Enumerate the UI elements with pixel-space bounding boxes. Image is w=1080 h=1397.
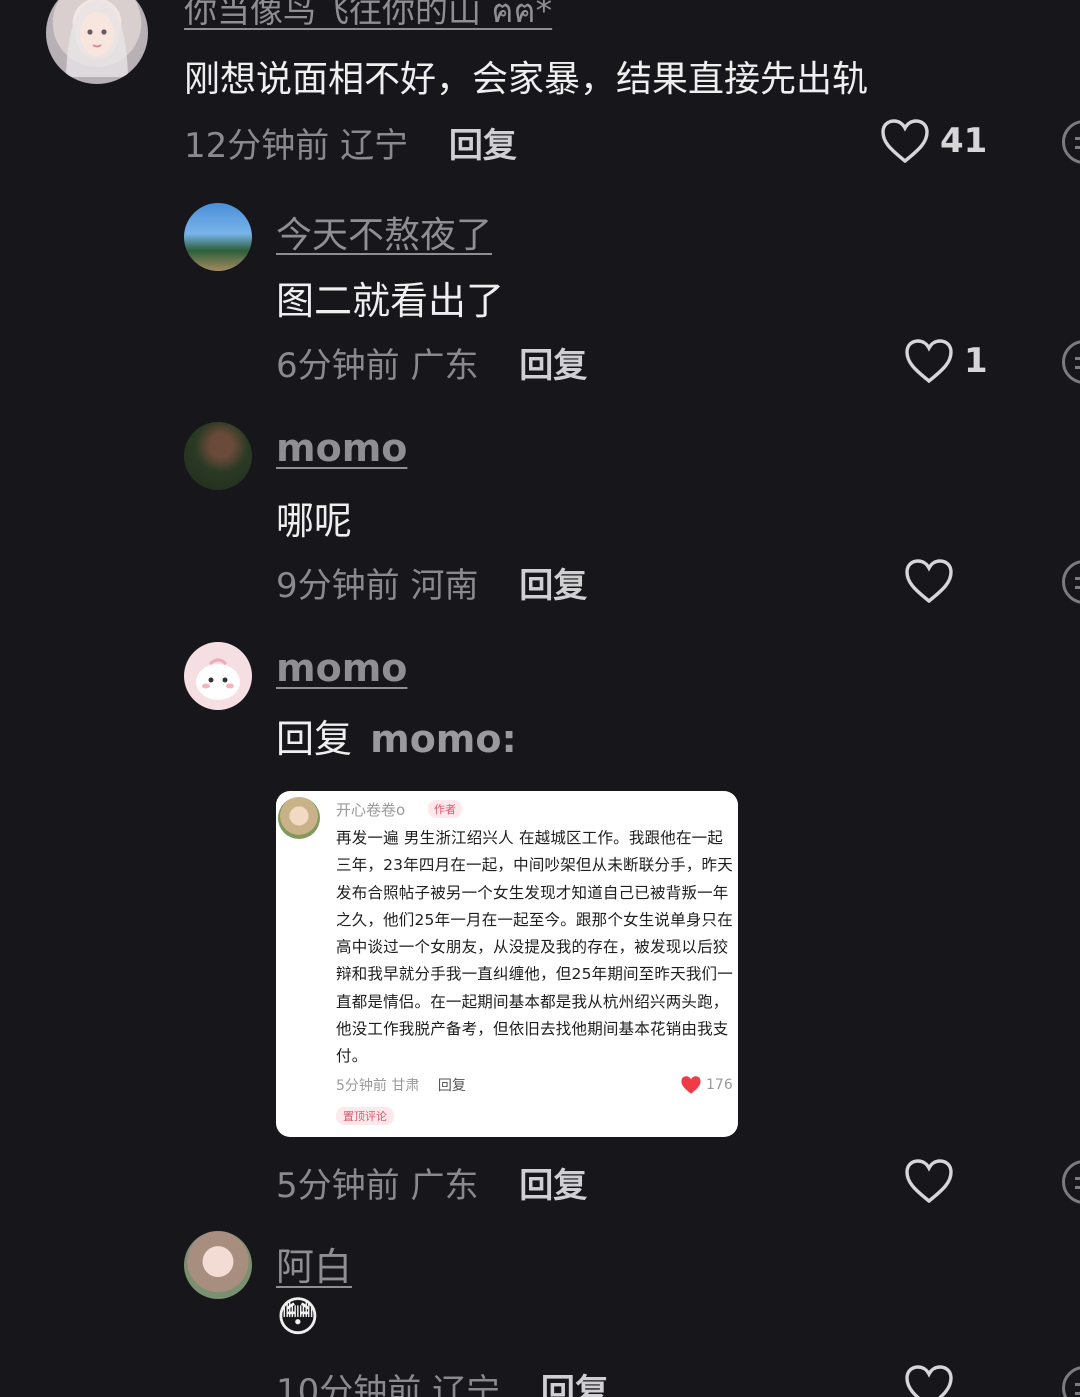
comment-username[interactable]: momo <box>276 426 407 470</box>
heart-icon <box>905 1365 953 1397</box>
card-avatar <box>278 797 320 839</box>
comment-meta: 9分钟前 河南 回复 <box>276 558 587 607</box>
like-button[interactable] <box>904 1364 954 1397</box>
comment-meta: 5分钟前 广东 回复 <box>276 1158 587 1207</box>
comment-location: 河南 <box>410 566 479 606</box>
comment-location: 辽宁 <box>432 1372 501 1397</box>
comment-username[interactable]: 阿白 <box>276 1236 352 1291</box>
comment-meta: 12分钟前 辽宁 回复 <box>184 118 517 167</box>
like-button[interactable]: 41 <box>880 118 987 164</box>
avatar[interactable] <box>46 0 148 84</box>
comment-meta: 10分钟前 辽宁 回复 <box>276 1364 609 1397</box>
author-badge: 作者 <box>428 800 462 818</box>
pinned-badge: 置顶评论 <box>336 1107 394 1125</box>
reply-button[interactable]: 回复 <box>541 1372 609 1397</box>
comment-username[interactable]: 你当像鸟飞往你的山 ฅฅ* <box>184 0 552 37</box>
reply-prefix: 回复 <box>276 717 353 761</box>
card-like-count: 176 <box>706 1077 733 1093</box>
comment-text: 图二就看出了 <box>276 279 505 323</box>
like-count: 41 <box>940 121 988 161</box>
card-time: 5分钟前 <box>336 1078 387 1094</box>
comment-time: 9分钟前 <box>276 566 400 606</box>
reply-button[interactable]: 回复 <box>519 566 587 606</box>
comment-location: 广东 <box>410 1166 479 1206</box>
reply-button[interactable]: 回复 <box>519 346 587 386</box>
avatar[interactable] <box>184 422 252 490</box>
avatar[interactable] <box>184 642 252 710</box>
heart-icon <box>905 1159 953 1204</box>
comment-text: 回复 momo: <box>276 708 517 763</box>
comment-meta: 6分钟前 广东 回复 <box>276 338 587 387</box>
like-button[interactable] <box>904 1158 954 1204</box>
reply-button[interactable]: 回复 <box>519 1166 587 1206</box>
comment-emoji: 😳 <box>276 1292 320 1341</box>
more-options-icon[interactable] <box>1062 1366 1080 1397</box>
like-count: 1 <box>964 341 988 381</box>
like-button[interactable] <box>904 558 954 604</box>
more-options-icon[interactable] <box>1062 340 1080 384</box>
embedded-screenshot-card[interactable]: 开心卷卷o 作者 再发一遍 男生浙江绍兴人 在越城区工作。我跟他在一起三年，23… <box>276 791 738 1137</box>
comment-username[interactable]: momo <box>276 646 407 690</box>
reply-target[interactable]: momo: <box>370 717 517 761</box>
comment-time: 12分钟前 <box>184 126 330 166</box>
comment-location: 辽宁 <box>340 126 409 166</box>
comment-text: 哪呢 <box>276 499 353 543</box>
comment-text: 刚想说面相不好，会家暴，结果直接先出轨 <box>184 59 869 100</box>
comment-time: 5分钟前 <box>276 1166 400 1206</box>
heart-icon <box>905 339 953 384</box>
avatar[interactable] <box>184 203 252 271</box>
card-meta: 5分钟前 甘肃 回复 <box>336 1075 466 1095</box>
card-body-text: 再发一遍 男生浙江绍兴人 在越城区工作。我跟他在一起三年，23年四月在一起，中间… <box>336 829 733 1066</box>
more-options-icon[interactable] <box>1062 120 1080 164</box>
comments-page: 你当像鸟飞往你的山 ฅฅ* 刚想说面相不好，会家暴，结果直接先出轨 12分钟前 … <box>0 0 1080 1397</box>
card-reply: 回复 <box>437 1078 466 1094</box>
avatar[interactable] <box>184 1231 252 1299</box>
card-location: 甘肃 <box>391 1078 420 1094</box>
heart-icon <box>881 119 929 164</box>
comment-username[interactable]: 今天不熬夜了 <box>276 206 492 258</box>
heart-filled-icon <box>681 1076 701 1094</box>
like-button[interactable]: 1 <box>904 338 988 384</box>
comment-time: 6分钟前 <box>276 346 400 386</box>
heart-icon <box>905 559 953 604</box>
more-options-icon[interactable] <box>1062 560 1080 604</box>
comment-location: 广东 <box>410 346 479 386</box>
card-like: 176 <box>680 1075 733 1095</box>
more-options-icon[interactable] <box>1062 1160 1080 1204</box>
card-author: 开心卷卷o <box>336 801 406 819</box>
reply-button[interactable]: 回复 <box>449 126 517 166</box>
comment-time: 10分钟前 <box>276 1372 422 1397</box>
